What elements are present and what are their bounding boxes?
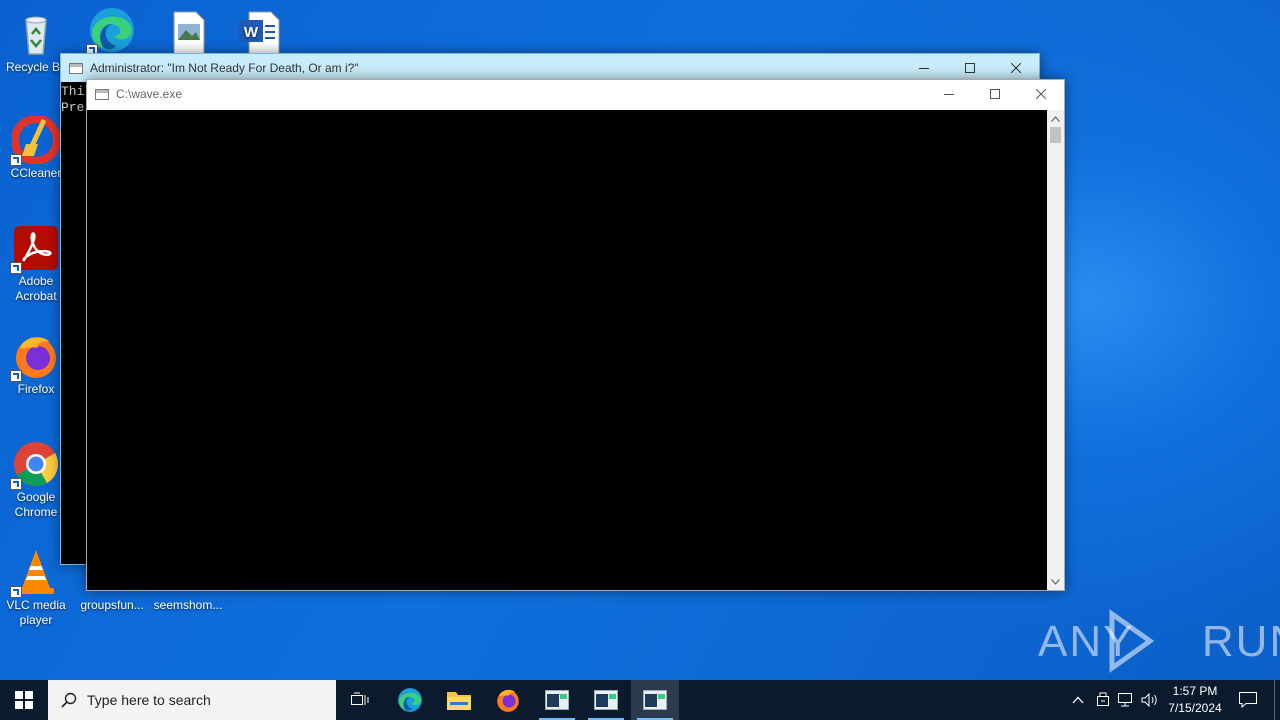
scroll-up-button[interactable]	[1047, 110, 1064, 127]
taskbar-console-3[interactable]	[631, 680, 679, 720]
console-app-icon	[643, 690, 667, 710]
admin-console-titlebar[interactable]: Administrator: "Im Not Ready For Death, …	[61, 54, 1039, 82]
edge-icon	[398, 688, 422, 712]
start-button[interactable]	[0, 680, 48, 720]
clock-time: 1:57 PM	[1172, 684, 1218, 698]
action-center-button[interactable]	[1228, 680, 1268, 720]
minimize-icon	[944, 94, 954, 95]
wave-exe-window[interactable]: C:\wave.exe	[86, 79, 1065, 591]
maximize-button[interactable]	[972, 80, 1018, 108]
maximize-button[interactable]	[947, 54, 993, 82]
close-button[interactable]	[993, 54, 1039, 82]
desktop-icon-label: Firefox	[17, 382, 55, 396]
clock-date: 7/15/2024	[1168, 701, 1222, 715]
shortcut-arrow-icon	[10, 154, 22, 166]
windows-logo-icon	[15, 691, 33, 709]
folder-icon	[447, 692, 471, 710]
console-window-icon	[95, 88, 109, 100]
task-view-button[interactable]	[336, 680, 384, 720]
shortcut-arrow-icon	[10, 370, 22, 382]
taskbar-console-2[interactable]	[582, 680, 630, 720]
vertical-scrollbar[interactable]	[1047, 110, 1064, 590]
minimize-icon	[919, 68, 929, 69]
minimize-button[interactable]	[926, 80, 972, 108]
speaker-icon	[1141, 693, 1157, 707]
svg-text:W: W	[244, 24, 259, 41]
scroll-down-button[interactable]	[1047, 573, 1064, 590]
ccleaner-icon	[10, 115, 61, 166]
console-app-icon	[594, 690, 618, 710]
console-area[interactable]	[87, 110, 1047, 590]
desktop-icon-word-doc[interactable]: W	[223, 8, 295, 58]
desktop-icon-label: VLC media player	[6, 598, 66, 627]
vlc-cone-icon	[10, 548, 60, 598]
desktop-icon-edge[interactable]	[76, 6, 148, 56]
console-app-icon	[545, 690, 569, 710]
shortcut-arrow-icon	[10, 478, 22, 490]
tray-device-button[interactable]	[1091, 680, 1115, 720]
chevron-up-icon	[1072, 696, 1084, 704]
task-view-icon	[351, 692, 369, 705]
close-icon	[1036, 89, 1046, 99]
desktop-icon-label: Adobe Acrobat	[15, 274, 57, 303]
watermark-text: ANY RUN	[1038, 617, 1280, 666]
maximize-icon	[965, 63, 975, 73]
taskbar: Type here to search 1:57 PM 7/15/2024	[0, 680, 1280, 720]
close-icon	[1011, 63, 1021, 73]
minimize-button[interactable]	[901, 54, 947, 82]
desktop-icon-label: Recycle Bin	[6, 60, 66, 74]
console-output: Thi Pre	[61, 84, 84, 116]
recycle-bin-icon	[12, 10, 60, 58]
anyrun-watermark: ANY RUN	[1038, 608, 1280, 674]
scroll-thumb[interactable]	[1050, 127, 1061, 143]
taskbar-console-1[interactable]	[533, 680, 581, 720]
window-title: Administrator: "Im Not Ready For Death, …	[90, 61, 359, 75]
show-hidden-icons-button[interactable]	[1066, 680, 1090, 720]
clock-button[interactable]: 1:57 PM 7/15/2024	[1162, 683, 1228, 717]
desktop-icon-label: groupsfun...	[80, 598, 144, 612]
device-icon	[1097, 692, 1109, 706]
network-icon	[1118, 693, 1132, 707]
close-button[interactable]	[1018, 80, 1064, 108]
taskbar-firefox[interactable]	[484, 680, 532, 720]
taskbar-file-explorer[interactable]	[435, 680, 483, 720]
console-window-icon	[69, 62, 83, 74]
taskbar-search-box[interactable]: Type here to search	[48, 680, 336, 720]
desktop-icon-label: CCleaner	[10, 166, 62, 180]
console-line: Thi	[61, 84, 85, 99]
wave-exe-titlebar[interactable]: C:\wave.exe	[87, 80, 1064, 108]
desktop-icon-label: seemshom...	[153, 598, 223, 612]
desktop-icon-image-file[interactable]	[152, 8, 224, 58]
tray-network-button[interactable]	[1114, 680, 1138, 720]
search-icon	[61, 692, 77, 708]
word-document-icon: W	[235, 8, 283, 56]
maximize-icon	[990, 89, 1000, 99]
chevron-down-icon	[1051, 578, 1060, 585]
tray-volume-button[interactable]	[1138, 680, 1162, 720]
shortcut-arrow-icon	[10, 586, 22, 598]
edge-icon	[86, 6, 136, 56]
chrome-icon	[10, 440, 60, 490]
adobe-acrobat-icon	[10, 224, 60, 274]
desktop-icon-label: Google Chrome	[14, 490, 58, 519]
console-line: Pre	[61, 100, 85, 115]
shortcut-arrow-icon	[10, 262, 22, 274]
image-file-icon	[164, 8, 212, 56]
window-title: C:\wave.exe	[116, 87, 183, 101]
firefox-icon	[10, 332, 60, 382]
chevron-up-icon	[1051, 115, 1060, 122]
show-desktop-button[interactable]	[1274, 680, 1280, 720]
taskbar-edge[interactable]	[386, 680, 434, 720]
notification-icon	[1239, 692, 1257, 708]
firefox-icon	[497, 689, 519, 712]
search-placeholder: Type here to search	[87, 692, 211, 708]
